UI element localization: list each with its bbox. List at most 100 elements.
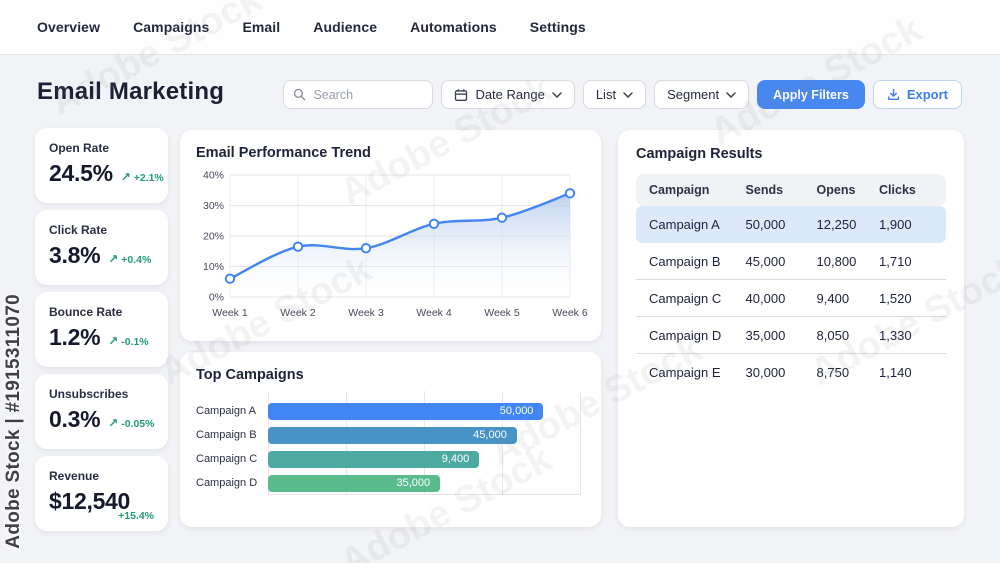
- campaign-results-card: Campaign Results Campaign Sends Opens Click…: [618, 130, 964, 527]
- apply-filters-button[interactable]: Apply Filters: [757, 80, 865, 109]
- bar-value: 50,000: [499, 405, 534, 417]
- table-cell: Campaign D: [649, 327, 722, 343]
- kpi-card-unsubscribes: Unsubscribes 0.3% ↗ -0.05%: [35, 374, 168, 449]
- bar-track: 35,000: [268, 474, 581, 492]
- nav-item-automations[interactable]: Automations: [410, 19, 497, 35]
- kpi-value: 1.2%: [49, 324, 101, 350]
- segment-dropdown[interactable]: Segment: [654, 80, 750, 109]
- nav-item-email[interactable]: Email: [242, 19, 280, 35]
- svg-text:0%: 0%: [209, 292, 224, 304]
- date-range-dropdown[interactable]: Date Range: [441, 80, 575, 109]
- kpi-delta: ↗ -0.1%: [108, 334, 149, 348]
- date-range-label: Date Range: [475, 87, 545, 102]
- chevron-down-icon: [623, 91, 633, 98]
- kpi-card-open-rate: Open Rate 24.5% ↗ +2.1%: [35, 128, 168, 203]
- table-cell: Campaign A: [649, 216, 720, 232]
- kpi-value: 3.8%: [49, 242, 101, 268]
- chevron-down-icon: [552, 91, 562, 98]
- svg-text:10%: 10%: [203, 261, 224, 273]
- bar-row-campaign-d: Campaign D 35,000: [196, 471, 585, 495]
- kpi-label: Revenue: [49, 469, 100, 483]
- table-cell: 12,250: [816, 216, 857, 232]
- page-title: Email Marketing: [37, 78, 225, 105]
- table-cell: 1,520: [879, 290, 912, 306]
- svg-text:40%: 40%: [203, 170, 224, 182]
- top-nav: Overview Campaigns Email Audience Automation…: [0, 0, 1000, 55]
- campaign-results-table: Campaign Sends Opens Clicks Campaign A 50,000…: [636, 174, 946, 391]
- bar-row-campaign-a: Campaign A 50,000: [196, 399, 585, 423]
- table-row-campaign-c[interactable]: Campaign C 40,000 9,400 1,520: [636, 280, 946, 317]
- line-chart-title: Email Performance Trend: [196, 145, 371, 161]
- svg-text:30%: 30%: [203, 200, 224, 212]
- kpi-delta: ↗ -0.05%: [108, 416, 155, 430]
- segment-label: Segment: [667, 87, 720, 102]
- nav-item-campaigns[interactable]: Campaigns: [133, 19, 209, 35]
- kpi-delta: ↗ +2.1%: [120, 170, 164, 184]
- watermark-text: Adobe Stock | #1915311070: [3, 294, 24, 549]
- svg-text:Week 4: Week 4: [416, 307, 452, 319]
- table-cell: 1,900: [879, 216, 912, 232]
- table-cell: 1,140: [879, 365, 912, 380]
- nav-item-settings[interactable]: Settings: [530, 19, 586, 35]
- campaign-results-title: Campaign Results: [636, 146, 763, 162]
- export-label: Export: [906, 87, 948, 102]
- bar-track: 45,000: [268, 426, 581, 444]
- table-cell: 8,750: [816, 365, 850, 380]
- bar-label: Campaign A: [196, 405, 256, 417]
- kpi-label: Open Rate: [49, 141, 110, 155]
- bar-label: Campaign B: [196, 429, 257, 441]
- data-point: [496, 212, 508, 223]
- search-input[interactable]: [313, 87, 424, 102]
- nav-item-overview[interactable]: Overview: [37, 19, 100, 35]
- table-row-campaign-a[interactable]: Campaign A 50,000 12,250 1,900: [636, 206, 946, 243]
- table-cell: 1,330: [879, 327, 912, 343]
- trend-up-icon: ↗: [120, 170, 131, 184]
- table-row-campaign-d[interactable]: Campaign D 35,000 8,050 1,330: [636, 317, 946, 354]
- trend-up-icon: ↗: [108, 252, 119, 266]
- table-row-campaign-e[interactable]: Campaign E 30,000 8,750 1,140: [636, 354, 946, 391]
- kpi-label: Unsubscribes: [49, 387, 129, 401]
- bar-label: Campaign C: [196, 453, 258, 465]
- bar-campaign-b: 45,000: [268, 426, 517, 444]
- svg-text:Week 3: Week 3: [348, 307, 384, 319]
- line-chart-card: Email Performance Trend 0% 10% 20% 30% 40% We…: [180, 130, 601, 341]
- column-header-sends: Sends: [745, 183, 784, 197]
- table-cell: 45,000: [745, 253, 786, 269]
- bar-chart-card: Top Campaigns Campaign A 50,000 Campaign B…: [180, 352, 601, 527]
- line-chart: 0% 10% 20% 30% 40% Week 1 Week 2 Week 3 Week 4 We…: [196, 165, 588, 328]
- kpi-value: 24.5%: [49, 160, 113, 186]
- table-cell: Campaign C: [649, 290, 722, 306]
- table-cell: 8,050: [816, 327, 850, 343]
- charts-column: Email Performance Trend 0% 10% 20% 30% 40% We…: [180, 130, 601, 527]
- bar-value: 9,400: [441, 453, 470, 465]
- bar-value: 35,000: [396, 477, 431, 489]
- table-cell: Campaign E: [649, 365, 721, 380]
- table-cell: 1,710: [879, 253, 912, 269]
- kpi-delta: ↗ +0.4%: [108, 252, 152, 266]
- search-icon: [293, 88, 306, 101]
- bar-chart-title: Top Campaigns: [196, 367, 304, 383]
- chevron-down-icon: [726, 91, 736, 98]
- export-button[interactable]: Export: [872, 80, 962, 109]
- bar-campaign-a: 50,000: [268, 402, 544, 420]
- table-row-campaign-b[interactable]: Campaign B 45,000 10,800 1,710: [636, 243, 946, 280]
- kpi-label: Click Rate: [49, 223, 108, 237]
- svg-text:Week 5: Week 5: [484, 307, 520, 319]
- data-point: [428, 218, 440, 229]
- kpi-delta: +15.4%: [118, 510, 154, 522]
- table-cell: 10,800: [816, 253, 857, 269]
- svg-text:20%: 20%: [203, 231, 224, 243]
- bar-value: 45,000: [473, 429, 507, 441]
- calendar-icon: [454, 88, 468, 102]
- kpi-column: Open Rate 24.5% ↗ +2.1% Click Rate 3.8% ↗ +0.…: [35, 128, 168, 531]
- bar-track: 9,400: [268, 450, 581, 468]
- column-header-clicks: Clicks: [879, 183, 916, 197]
- nav-item-audience[interactable]: Audience: [313, 19, 377, 35]
- bar-campaign-c: 9,400: [268, 450, 480, 468]
- trend-up-icon: ↗: [108, 416, 119, 430]
- bar-label: Campaign D: [196, 477, 258, 489]
- list-dropdown[interactable]: List: [582, 80, 647, 109]
- column-header-opens: Opens: [816, 183, 856, 197]
- table-cell: 30,000: [745, 365, 786, 380]
- search-box[interactable]: [283, 80, 434, 109]
